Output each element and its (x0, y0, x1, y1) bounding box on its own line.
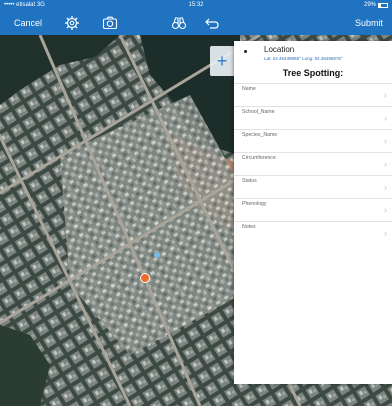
field-label: School_Name (242, 109, 275, 115)
form-title: Tree Spotting: (282, 68, 344, 78)
clock: 15:32 (188, 2, 204, 8)
field-phenology[interactable]: Phenology › (234, 198, 392, 221)
gps-dot-icon (154, 252, 160, 258)
field-notes[interactable]: Notes › (234, 221, 392, 244)
bullet-icon (244, 50, 247, 53)
toolbar: Cancel Submit (0, 11, 392, 35)
chevron-right-icon: › (384, 205, 387, 215)
field-label: Notes (242, 224, 256, 230)
submit-button[interactable]: Submit (355, 11, 383, 35)
location-title: Location (264, 45, 295, 54)
cancel-button[interactable]: Cancel (14, 11, 42, 35)
chevron-right-icon: › (384, 90, 387, 100)
chevron-right-icon: › (384, 159, 387, 169)
binoculars-icon[interactable] (171, 15, 187, 31)
chevron-right-icon: › (384, 228, 387, 238)
add-button[interactable]: + (210, 46, 234, 76)
chevron-right-icon: › (384, 136, 387, 146)
field-label: Status (242, 178, 257, 184)
field-label: Circumference (242, 155, 276, 161)
location-coordinates: Lat: 24.46439986° Long: 54.38495978° (264, 56, 343, 61)
field-circumference[interactable]: Circumference › (234, 152, 392, 175)
battery-percent: 29% (363, 2, 376, 8)
field-school-name[interactable]: School_Name › (234, 106, 392, 129)
field-status[interactable]: Status › (234, 175, 392, 198)
tree-spotting-panel: Location Lat: 24.46439986° Long: 54.3849… (234, 41, 392, 384)
chevron-right-icon: › (384, 182, 387, 192)
field-label: Species_Name (242, 132, 278, 138)
field-label: Name (242, 86, 256, 92)
field-label: Phenology (242, 201, 267, 207)
field-species-name[interactable]: Species_Name › (234, 129, 392, 152)
gear-icon[interactable] (64, 15, 80, 31)
battery-indicator: 29% (364, 0, 388, 11)
chevron-right-icon: › (384, 113, 387, 123)
field-name[interactable]: Name › (234, 83, 392, 106)
status-bar: ••••• etisalat 3G 15:32 29% (0, 0, 392, 11)
camera-icon[interactable] (102, 15, 118, 31)
battery-icon (378, 3, 388, 8)
location-marker-icon[interactable] (140, 273, 150, 283)
panel-header: Location Lat: 24.46439986° Long: 54.3849… (234, 41, 392, 83)
undo-icon[interactable] (204, 15, 220, 31)
